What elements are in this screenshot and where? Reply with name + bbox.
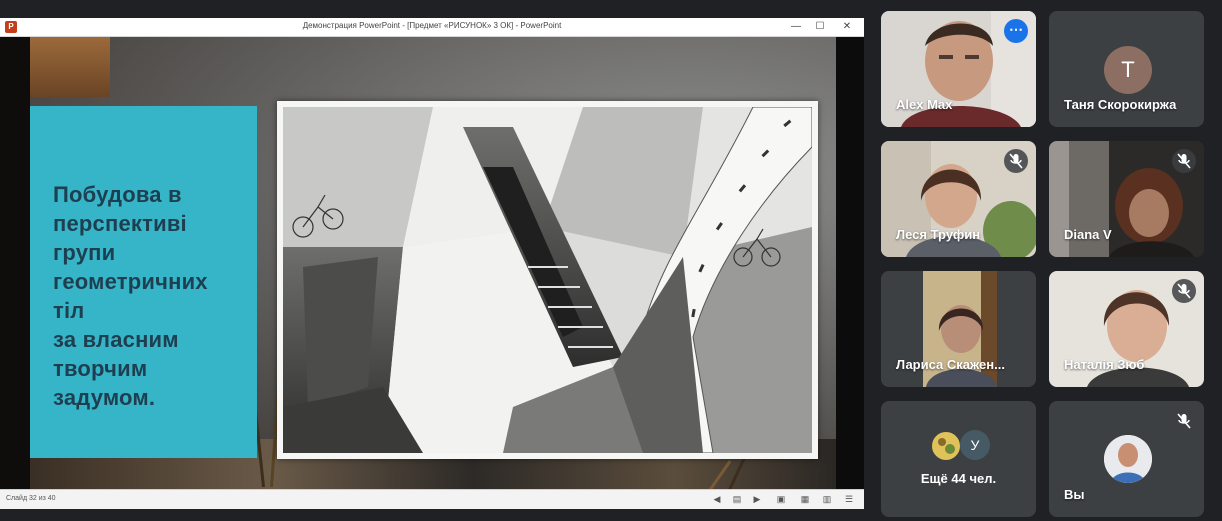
- background-photo: [30, 37, 110, 97]
- slide-text-panel: Побудова в перспективі групи геометрични…: [30, 106, 257, 458]
- maximize-button[interactable]: ☐: [810, 20, 830, 34]
- participant-name: Alex Max: [896, 97, 953, 112]
- perspective-drawing-frame: [277, 101, 818, 459]
- minimize-button[interactable]: —: [786, 20, 806, 34]
- mic-off-icon: [1172, 149, 1196, 173]
- participant-tile-larysa[interactable]: Лариса Скажен...: [881, 271, 1036, 387]
- participant-avatar-image: [930, 430, 962, 462]
- more-participants-tile[interactable]: У Ещё 44 чел.: [881, 401, 1036, 517]
- participant-name: Леся Труфин: [896, 227, 981, 242]
- close-button[interactable]: ✕: [837, 20, 857, 34]
- mic-off-icon: [1172, 409, 1196, 433]
- normal-view-icon[interactable]: ▣: [776, 494, 786, 504]
- previous-slide-icon[interactable]: ◀: [712, 494, 722, 504]
- participant-avatar: Т: [1104, 46, 1152, 94]
- status-bar: Слайд 32 из 40 ◀ ▤ ▶ ▣ ▦ ▥ ☰: [0, 489, 864, 509]
- slide[interactable]: Побудова в перспективі групи геометрични…: [0, 37, 864, 489]
- more-participants-label: Ещё 44 чел.: [920, 471, 997, 486]
- participant-name: Наталія Зюб: [1064, 357, 1145, 372]
- participant-tile-lesya[interactable]: Леся Труфин: [881, 141, 1036, 257]
- menu-icon[interactable]: ☰: [844, 494, 854, 504]
- participant-tile-nataliia[interactable]: Наталія Зюб: [1049, 271, 1204, 387]
- mic-off-icon: [1172, 279, 1196, 303]
- participant-name: Diana V: [1064, 227, 1112, 242]
- slide-counter: Слайд 32 из 40: [6, 495, 56, 502]
- window-titlebar: P Демонстрация PowerPoint - [Предмет «РИ…: [0, 18, 864, 37]
- slide-sorter-icon[interactable]: ▦: [800, 494, 810, 504]
- mic-off-icon: [1004, 149, 1028, 173]
- window-title: Демонстрация PowerPoint - [Предмет «РИСУ…: [302, 21, 562, 30]
- participant-name: Вы: [1064, 487, 1085, 502]
- powerpoint-window: P Демонстрация PowerPoint - [Предмет «РИ…: [0, 18, 864, 509]
- participant-tile-alex-max[interactable]: ⋯ Alex Max: [881, 11, 1036, 127]
- participant-avatar: У: [960, 430, 990, 460]
- participant-tile-diana[interactable]: Diana V: [1049, 141, 1204, 257]
- participant-tile-tanya[interactable]: Т Таня Скорокиржа: [1049, 11, 1204, 127]
- next-slide-icon[interactable]: ▶: [752, 494, 762, 504]
- self-tile[interactable]: Вы: [1049, 401, 1204, 517]
- reading-view-icon[interactable]: ▥: [822, 494, 832, 504]
- participant-name: Лариса Скажен...: [896, 357, 1005, 372]
- self-avatar: [1104, 435, 1152, 483]
- notes-icon[interactable]: ▤: [732, 494, 742, 504]
- perspective-drawing: [283, 107, 812, 453]
- more-options-button[interactable]: ⋯: [1004, 19, 1028, 43]
- participant-name: Таня Скорокиржа: [1064, 97, 1177, 112]
- slide-heading: Побудова в перспективі групи геометрични…: [53, 182, 208, 410]
